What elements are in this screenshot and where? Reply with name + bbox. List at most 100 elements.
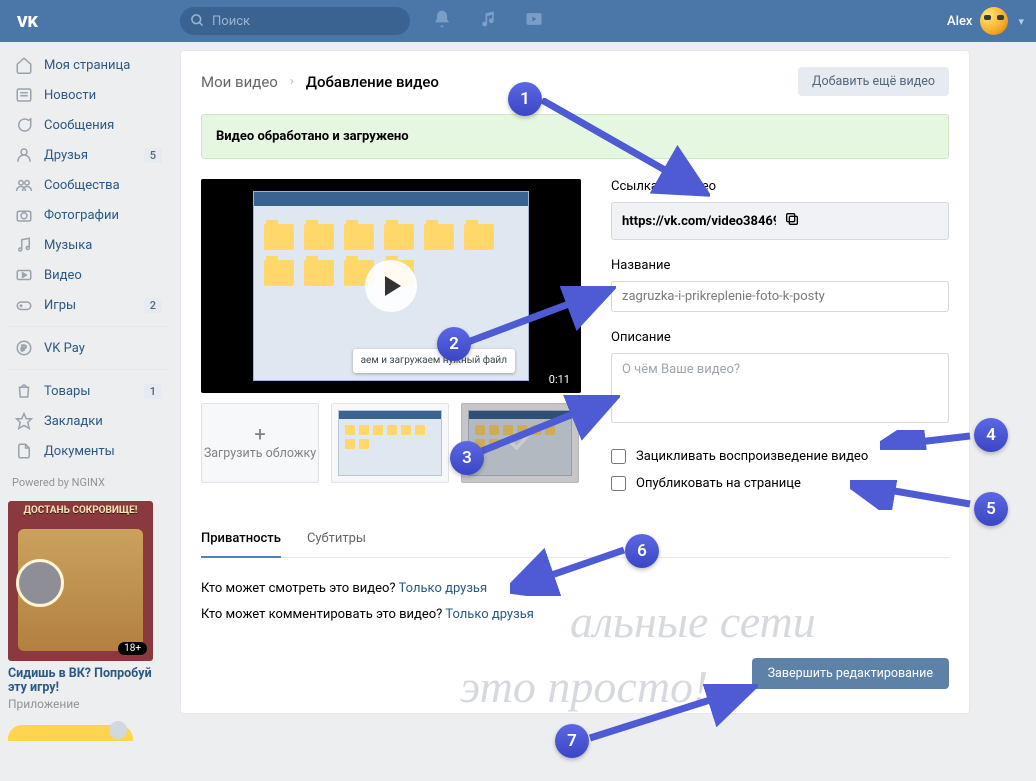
sidebar-item-star[interactable]: Закладки <box>8 406 168 436</box>
annotation-arrow-2 <box>466 286 616 346</box>
msg-icon <box>14 116 34 134</box>
news-icon <box>14 86 34 104</box>
home-icon <box>14 56 34 74</box>
privacy-comment-value[interactable]: Только друзья <box>445 607 534 622</box>
tab-privacy[interactable]: Приватность <box>201 521 281 558</box>
games-icon <box>14 296 34 314</box>
doc-icon <box>14 442 34 460</box>
svg-text:₽: ₽ <box>21 344 27 354</box>
copy-icon[interactable] <box>784 211 938 231</box>
chevron-down-icon: ▾ <box>1018 15 1024 28</box>
video-tooltip: аем и загружаем нужный файл <box>353 349 515 373</box>
sidebar-item-friends[interactable]: Друзья5 <box>8 140 168 170</box>
promo-chip <box>8 725 133 741</box>
groups-icon <box>14 176 34 194</box>
annotation-5: 5 <box>974 492 1008 526</box>
breadcrumb-current: Добавление видео <box>306 73 439 91</box>
sidebar-item-doc[interactable]: Документы <box>8 436 168 466</box>
thumbnail-option-1[interactable] <box>331 403 449 483</box>
upload-cover-button[interactable]: + Загрузить обложку <box>201 403 319 483</box>
bag-icon <box>14 382 34 400</box>
music-icon[interactable] <box>478 9 498 33</box>
sidebar-item-msg[interactable]: Сообщения <box>8 110 168 140</box>
sidebar-badge: 5 <box>144 148 162 163</box>
annotation-6: 6 <box>625 534 659 568</box>
video-icon <box>14 266 34 284</box>
avatar <box>980 7 1008 35</box>
sidebar-item-label: Моя страница <box>44 58 130 73</box>
sidebar-item-label: VK Pay <box>44 341 85 356</box>
sidebar-item-label: Музыка <box>44 238 92 253</box>
sidebar-item-label: Новости <box>44 88 96 103</box>
video-icon[interactable] <box>524 9 544 33</box>
promo-banner[interactable]: ДОСТАНЬ СОКРОВИЩЕ! 18+ <box>8 501 153 661</box>
publish-checkbox-label: Опубликовать на странице <box>636 476 801 491</box>
privacy-view-label: Кто может смотреть это видео? <box>201 581 396 596</box>
sidebar-item-label: Фотографии <box>44 208 119 223</box>
sidebar-item-label: Сообщества <box>44 178 120 193</box>
search-icon <box>190 13 205 32</box>
video-link-value: https://vk.com/video384697376_456239031 <box>622 214 776 229</box>
annotation-3: 3 <box>450 441 484 475</box>
annotation-4: 4 <box>974 418 1008 452</box>
star-icon <box>14 412 34 430</box>
promo-age-badge: 18+ <box>118 642 147 655</box>
publish-checkbox[interactable] <box>611 476 626 491</box>
svg-text:VK: VK <box>16 12 39 31</box>
sidebar-item-label: Товары <box>44 384 90 399</box>
powered-by: Powered by NGINX <box>12 476 164 489</box>
sidebar-item-news[interactable]: Новости <box>8 80 168 110</box>
sidebar-item-label: Сообщения <box>44 118 114 133</box>
sidebar-item-video[interactable]: Видео <box>8 260 168 290</box>
annotation-arrow-1 <box>540 98 710 198</box>
privacy-view-value[interactable]: Только друзья <box>399 581 488 596</box>
sidebar-item-music[interactable]: Музыка <box>8 230 168 260</box>
sidebar-item-label: Видео <box>44 268 82 283</box>
tab-subtitles[interactable]: Субтитры <box>307 521 366 557</box>
loop-checkbox-row[interactable]: Зацикливать воспроизведение видео <box>611 449 949 464</box>
sidebar-item-bag[interactable]: Товары 1 <box>8 376 168 406</box>
sidebar-badge: 1 <box>144 384 162 399</box>
promo-text[interactable]: Сидишь в ВК? Попробуй эту игру! <box>8 667 153 695</box>
friends-icon <box>14 146 34 164</box>
video-link-field: https://vk.com/video384697376_456239031 <box>611 202 949 240</box>
title-input[interactable] <box>611 281 949 312</box>
breadcrumb-root[interactable]: Мои видео <box>201 73 278 91</box>
music-icon <box>14 236 34 254</box>
promo[interactable]: ДОСТАНЬ СОКРОВИЩЕ! 18+ Сидишь в ВК? Попр… <box>8 501 153 741</box>
sidebar-item-pay[interactable]: ₽ VK Pay <box>8 333 168 363</box>
annotation-7: 7 <box>555 724 589 758</box>
upload-cover-label: Загрузить обложку <box>204 446 316 461</box>
title-label: Название <box>611 258 949 273</box>
privacy-comment-label: Кто может комментировать это видео? <box>201 607 442 622</box>
sidebar: Моя страница Новости Сообщения Друзья5 Сообщ… <box>8 50 168 741</box>
finish-editing-button[interactable]: Завершить редактирование <box>752 658 949 689</box>
pay-icon: ₽ <box>14 339 34 357</box>
description-textarea[interactable] <box>611 353 949 423</box>
add-more-video-button[interactable]: Добавить ещё видео <box>798 67 949 96</box>
loop-checkbox-label: Зацикливать воспроизведение видео <box>636 449 868 464</box>
camera-icon <box>14 206 34 224</box>
sidebar-item-label: Игры <box>44 298 76 313</box>
username: Alex <box>947 14 972 29</box>
annotation-arrow-6 <box>510 546 630 596</box>
description-label: Описание <box>611 330 949 345</box>
sidebar-item-home[interactable]: Моя страница <box>8 50 168 80</box>
vk-logo[interactable]: VK <box>14 7 42 35</box>
annotation-2: 2 <box>437 327 471 361</box>
topbar: VK Alex ▾ <box>0 0 1036 42</box>
sidebar-item-games[interactable]: Игры2 <box>8 290 168 320</box>
play-icon[interactable] <box>365 260 417 312</box>
sidebar-item-camera[interactable]: Фотографии <box>8 200 168 230</box>
user-menu[interactable]: Alex ▾ <box>947 7 1024 35</box>
annotation-arrow-5 <box>850 480 975 510</box>
annotation-arrow-7 <box>588 684 758 744</box>
video-duration: 0:11 <box>544 372 575 387</box>
breadcrumb: Мои видео › Добавление видео Добавить ещ… <box>201 67 949 96</box>
sidebar-item-groups[interactable]: Сообщества <box>8 170 168 200</box>
bell-icon[interactable] <box>432 9 452 33</box>
search-input[interactable] <box>180 7 410 35</box>
annotation-arrow-4 <box>880 430 975 450</box>
annotation-1: 1 <box>508 82 542 116</box>
annotation-arrow-3 <box>480 395 620 455</box>
